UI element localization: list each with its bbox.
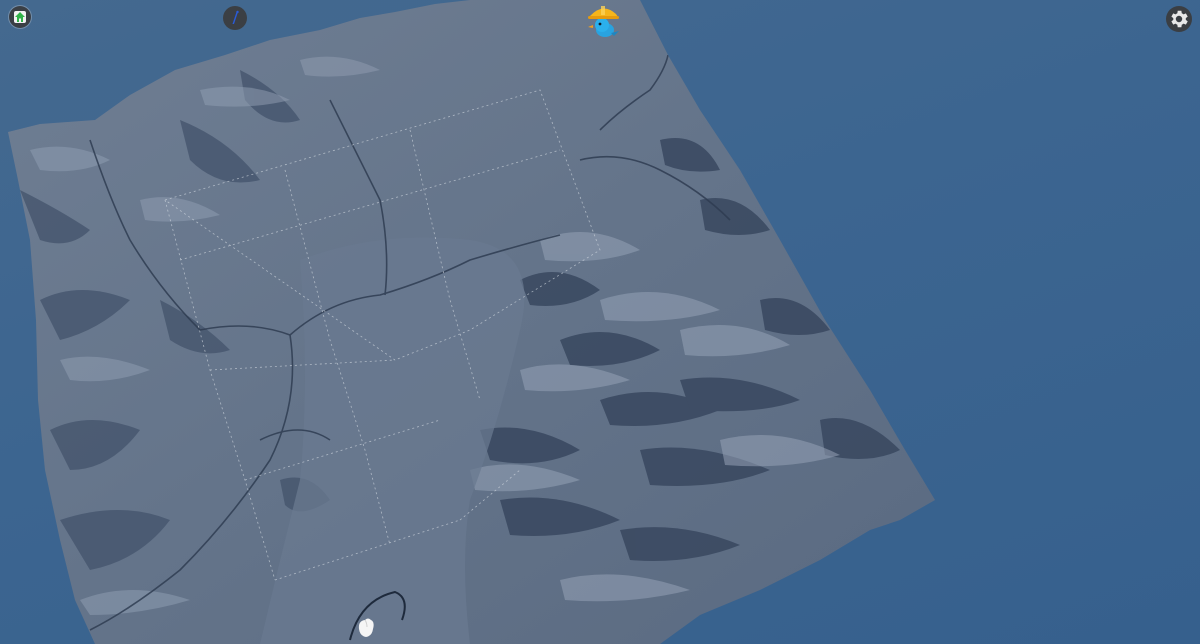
construction-bird-icon: [588, 6, 619, 37]
info-button[interactable]: [223, 6, 247, 30]
info-icon: [232, 10, 239, 24]
location-marker-icon: [358, 618, 374, 637]
map-marker[interactable]: [355, 615, 377, 641]
gear-icon: [1171, 10, 1188, 28]
home-button[interactable]: [9, 6, 31, 28]
home-icon: [14, 11, 26, 23]
terrain-map[interactable]: [0, 0, 1200, 644]
settings-button[interactable]: [1166, 6, 1192, 32]
construction-bird-mascot[interactable]: [583, 0, 623, 40]
map-viewport[interactable]: [0, 0, 1200, 644]
